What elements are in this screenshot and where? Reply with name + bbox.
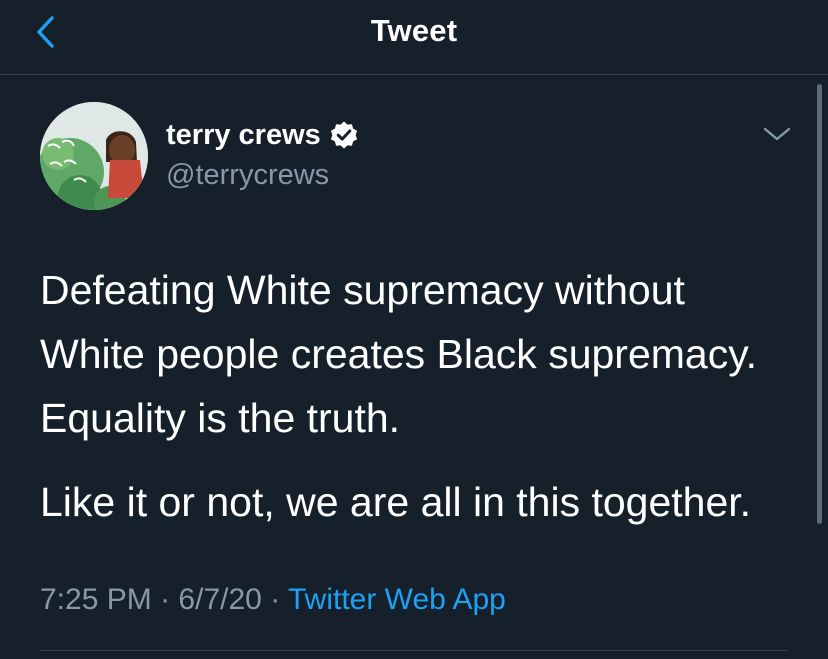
scrollbar[interactable] [817,84,822,524]
user-handle[interactable]: @terrycrews [166,155,329,195]
tweet-time: 7:25 PM [40,583,152,616]
page-title: Tweet [370,13,458,48]
verified-badge-icon [330,121,357,149]
tweet-metadata: 7:25 PM · 6/7/20 · Twitter Web App [40,578,506,622]
tweet-source-link[interactable]: Twitter Web App [288,583,506,616]
divider [40,650,788,651]
profile-avatar-image [40,102,148,210]
top-bar: Tweet [0,0,828,75]
tweet-date: 6/7/20 [178,583,262,616]
display-name[interactable]: terry crews [166,115,321,155]
separator-dot: · [160,583,171,616]
tweet-paragraph: Defeating White supremacy without White … [40,267,758,441]
tweet-text: Defeating White supremacy without White … [40,258,800,534]
avatar[interactable] [40,102,148,210]
author-name-row[interactable]: terry crews [166,115,359,155]
separator-dot: · [270,583,281,616]
chevron-down-icon [763,127,791,141]
tweet-menu-button[interactable] [760,120,794,148]
tweet-paragraph: Like it or not, we are all in this toget… [40,479,752,525]
